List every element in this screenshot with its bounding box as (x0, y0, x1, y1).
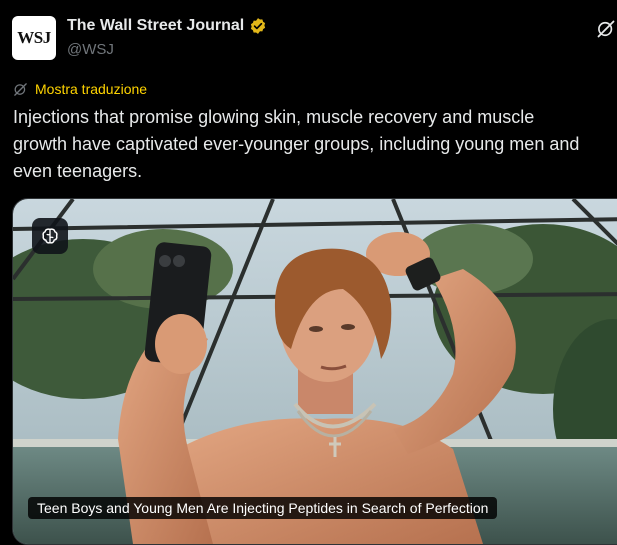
translate-row[interactable]: Mostra traduzione (13, 81, 147, 97)
tweet-text: Injections that promise glowing skin, mu… (13, 107, 580, 181)
author-handle[interactable]: @WSJ (67, 41, 114, 58)
author-name-row: The Wall Street Journal (67, 17, 267, 35)
brain-icon (42, 228, 58, 244)
tweet-header: WSJ The Wall Street Journal @WSJ (0, 0, 617, 80)
display-name[interactable]: The Wall Street Journal (67, 17, 244, 35)
media-caption: Teen Boys and Young Men Are Injecting Pe… (28, 497, 498, 519)
tweet-media[interactable]: Teen Boys and Young Men Are Injecting Pe… (12, 198, 617, 545)
verified-badge-icon[interactable] (249, 17, 267, 35)
avatar-logo-text: WSJ (17, 28, 51, 47)
media-photo (13, 199, 617, 544)
avatar[interactable]: WSJ (12, 16, 56, 60)
show-translation-link[interactable]: Mostra traduzione (35, 81, 147, 97)
translate-icon (14, 82, 27, 96)
audio-badge[interactable] (32, 218, 68, 254)
grok-icon[interactable] (596, 19, 616, 39)
